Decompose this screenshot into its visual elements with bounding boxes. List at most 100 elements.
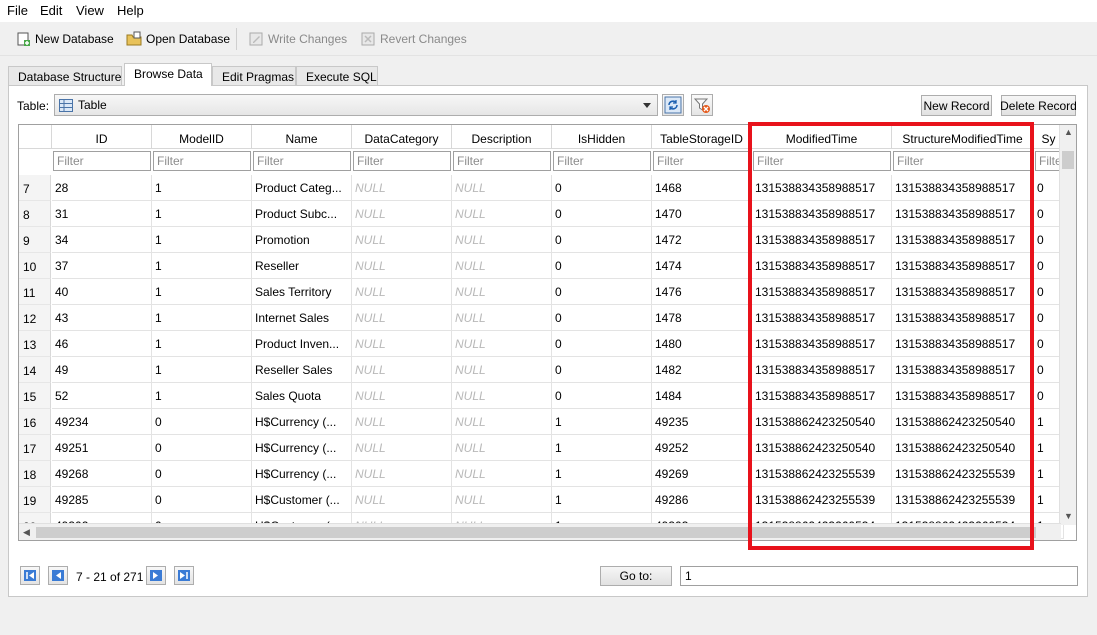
table-cell[interactable]: NULL: [452, 357, 552, 383]
first-page-button[interactable]: [20, 566, 40, 585]
row-number[interactable]: 11: [19, 279, 51, 305]
table-cell[interactable]: 1474: [652, 253, 752, 279]
table-cell[interactable]: 131538862423250540: [752, 409, 892, 435]
last-page-button[interactable]: [174, 566, 194, 585]
go-to-input[interactable]: 1: [680, 566, 1078, 586]
table-cell[interactable]: NULL: [452, 175, 552, 201]
table-cell[interactable]: 0: [552, 227, 652, 253]
table-cell[interactable]: 131538834358988517: [892, 227, 1034, 253]
table-cell[interactable]: NULL: [352, 201, 452, 227]
table-cell[interactable]: 1468: [652, 175, 752, 201]
table-cell[interactable]: 131538834358988517: [752, 175, 892, 201]
filter-input[interactable]: Filter: [353, 151, 451, 171]
filter-input[interactable]: Filter: [253, 151, 351, 171]
table-cell[interactable]: Product Inven...: [252, 331, 352, 357]
menu-edit[interactable]: Edit: [40, 3, 62, 18]
table-cell[interactable]: 0: [552, 279, 652, 305]
table-cell[interactable]: NULL: [452, 461, 552, 487]
table-cell[interactable]: 131538862423255539: [752, 487, 892, 513]
table-cell[interactable]: 49285: [52, 487, 152, 513]
tab-execute-sql[interactable]: Execute SQL: [296, 66, 378, 86]
table-cell[interactable]: 1484: [652, 383, 752, 409]
table-cell[interactable]: Product Subc...: [252, 201, 352, 227]
table-cell[interactable]: 0: [152, 487, 252, 513]
table-cell[interactable]: 49252: [652, 435, 752, 461]
table-cell[interactable]: 49251: [52, 435, 152, 461]
table-cell[interactable]: 131538834358988517: [892, 383, 1034, 409]
horizontal-scrollbar[interactable]: ◀: [19, 523, 1061, 540]
table-cell[interactable]: NULL: [452, 435, 552, 461]
table-cell[interactable]: 43: [52, 305, 152, 331]
table-cell[interactable]: 1470: [652, 201, 752, 227]
table-cell[interactable]: 131538862423255539: [892, 461, 1034, 487]
table-cell[interactable]: 0: [552, 175, 652, 201]
table-cell[interactable]: NULL: [352, 279, 452, 305]
table-cell[interactable]: 131538834358988517: [892, 357, 1034, 383]
refresh-button[interactable]: [662, 94, 684, 116]
column-header[interactable]: StructureModifiedTime: [892, 125, 1034, 149]
table-cell[interactable]: 40: [52, 279, 152, 305]
horizontal-scroll-thumb[interactable]: [36, 527, 1036, 538]
delete-record-button[interactable]: Delete Record: [1000, 95, 1077, 116]
scroll-left-icon[interactable]: ◀: [23, 527, 30, 538]
filter-input[interactable]: Filter: [753, 151, 891, 171]
column-header[interactable]: ModifiedTime: [752, 125, 892, 149]
table-cell[interactable]: 1: [152, 279, 252, 305]
table-cell[interactable]: 0: [152, 435, 252, 461]
table-cell[interactable]: 52: [52, 383, 152, 409]
table-cell[interactable]: NULL: [452, 201, 552, 227]
table-cell[interactable]: 1: [152, 201, 252, 227]
clear-filters-button[interactable]: [691, 94, 713, 116]
menu-view[interactable]: View: [76, 3, 104, 18]
table-cell[interactable]: 131538834358988517: [752, 331, 892, 357]
table-cell[interactable]: NULL: [352, 175, 452, 201]
menu-help[interactable]: Help: [117, 3, 144, 18]
table-cell[interactable]: NULL: [352, 305, 452, 331]
table-cell[interactable]: 131538862423255539: [892, 487, 1034, 513]
table-cell[interactable]: H$Currency (...: [252, 461, 352, 487]
table-cell[interactable]: 131538862423250540: [752, 435, 892, 461]
table-cell[interactable]: H$Customer (...: [252, 487, 352, 513]
tab-browse-data[interactable]: Browse Data: [124, 63, 212, 86]
table-cell[interactable]: 0: [552, 383, 652, 409]
row-number[interactable]: 12: [19, 305, 51, 331]
row-number[interactable]: 17: [19, 435, 51, 461]
new-record-button[interactable]: New Record: [921, 95, 992, 116]
table-cell[interactable]: 49286: [652, 487, 752, 513]
table-cell[interactable]: 31: [52, 201, 152, 227]
row-number[interactable]: 7: [19, 175, 51, 201]
table-cell[interactable]: 131538834358988517: [892, 305, 1034, 331]
table-cell[interactable]: 1476: [652, 279, 752, 305]
open-database-button[interactable]: Open Database: [126, 28, 230, 50]
row-number[interactable]: 15: [19, 383, 51, 409]
table-cell[interactable]: 131538834358988517: [752, 253, 892, 279]
row-number[interactable]: 16: [19, 409, 51, 435]
table-cell[interactable]: 49234: [52, 409, 152, 435]
table-cell[interactable]: NULL: [452, 305, 552, 331]
table-cell[interactable]: 28: [52, 175, 152, 201]
table-cell[interactable]: 1: [552, 461, 652, 487]
table-cell[interactable]: 1480: [652, 331, 752, 357]
table-cell[interactable]: 131538862423250540: [892, 409, 1034, 435]
table-cell[interactable]: 131538862423250540: [892, 435, 1034, 461]
table-cell[interactable]: Product Categ...: [252, 175, 352, 201]
table-cell[interactable]: 1: [152, 357, 252, 383]
revert-changes-button[interactable]: Revert Changes: [360, 28, 467, 50]
table-cell[interactable]: 0: [552, 357, 652, 383]
table-cell[interactable]: 131538834358988517: [752, 357, 892, 383]
row-number[interactable]: 18: [19, 461, 51, 487]
table-cell[interactable]: 1: [552, 435, 652, 461]
filter-input[interactable]: Filter: [53, 151, 151, 171]
scroll-up-icon[interactable]: ▲: [1064, 127, 1073, 137]
table-cell[interactable]: NULL: [352, 383, 452, 409]
filter-input[interactable]: Filter: [153, 151, 251, 171]
table-cell[interactable]: 0: [552, 201, 652, 227]
row-number[interactable]: 9: [19, 227, 51, 253]
table-cell[interactable]: 49269: [652, 461, 752, 487]
tab-database-structure[interactable]: Database Structure: [8, 66, 122, 86]
table-cell[interactable]: 1: [552, 409, 652, 435]
filter-input[interactable]: Filter: [893, 151, 1033, 171]
table-cell[interactable]: 131538834358988517: [892, 253, 1034, 279]
row-number[interactable]: 14: [19, 357, 51, 383]
column-header[interactable]: IsHidden: [552, 125, 652, 149]
